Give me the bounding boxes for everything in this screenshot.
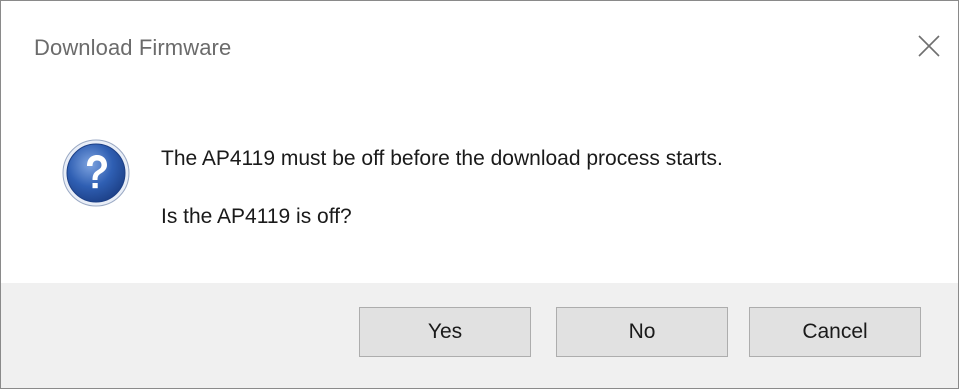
cancel-button[interactable]: Cancel bbox=[749, 307, 921, 357]
yes-button[interactable]: Yes bbox=[359, 307, 531, 357]
message-area: The AP4119 must be off before the downlo… bbox=[1, 93, 958, 283]
close-button[interactable] bbox=[900, 19, 958, 73]
question-icon bbox=[62, 139, 130, 207]
close-icon bbox=[918, 35, 940, 57]
no-button[interactable]: No bbox=[556, 307, 728, 357]
title-bar: Download Firmware bbox=[1, 1, 958, 93]
message-dialog: Download Firmware The AP4119 must be off… bbox=[0, 0, 959, 389]
message-text-line2: Is the AP4119 is off? bbox=[161, 205, 352, 228]
dialog-title: Download Firmware bbox=[34, 35, 232, 60]
button-bar: Yes No Cancel bbox=[1, 283, 958, 388]
message-text-line1: The AP4119 must be off before the downlo… bbox=[161, 147, 723, 170]
